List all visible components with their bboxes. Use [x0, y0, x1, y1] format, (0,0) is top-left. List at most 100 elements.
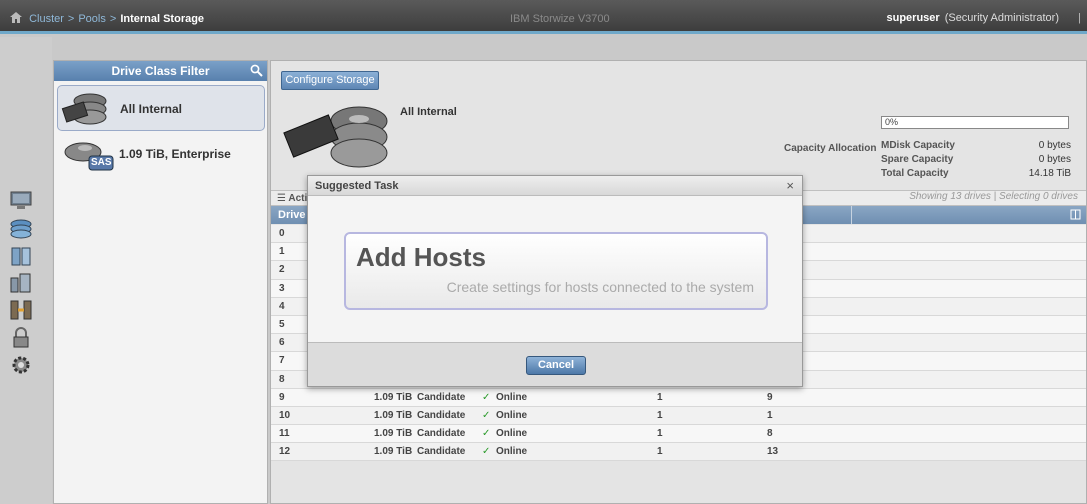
table-row[interactable]: 9 1.09 TiB Candidate Online 1 9 ✓ [271, 388, 1086, 407]
check-icon: ✓ [482, 446, 491, 458]
chevron-down-icon[interactable]: | [1078, 12, 1081, 24]
drive-class-filter-panel: Drive Class Filter All Internal SAS 1.09… [53, 60, 268, 504]
drive-stack-icon [61, 93, 107, 125]
check-icon: ✓ [482, 391, 491, 403]
actions-label: Acti [288, 193, 308, 204]
slot-cell: 8 [767, 428, 773, 440]
home-icon[interactable] [10, 12, 22, 23]
sas-badge: SAS [91, 157, 112, 168]
check-icon: ✓ [482, 409, 491, 421]
drive-id-cell: 4 [279, 300, 285, 312]
column-divider [851, 206, 852, 224]
dialog-title: Suggested Task [315, 180, 399, 192]
table-row[interactable]: 11 1.09 TiB Candidate Online 1 8 ✓ [271, 425, 1086, 444]
search-icon[interactable] [250, 64, 263, 77]
user-menu[interactable]: superuser (Security Administrator) [886, 12, 1059, 24]
columns-icon[interactable] [1070, 209, 1081, 220]
suggested-task-dialog: Suggested Task × Add Hosts Create settin… [307, 175, 803, 387]
selection-status: Showing 13 drives | Selecting 0 drives [909, 191, 1078, 202]
drive-stack-icon [283, 106, 388, 168]
table-row[interactable]: 10 1.09 TiB Candidate Online 1 1 ✓ [271, 406, 1086, 426]
lock-icon[interactable] [8, 327, 34, 349]
capacity-key: Spare Capacity [881, 154, 954, 165]
filter-item-enterprise[interactable]: SAS 1.09 TiB, Enterprise [57, 131, 265, 177]
capacity-cell: 1.09 TiB [374, 428, 413, 440]
capacity-value: 0 bytes [1038, 140, 1071, 151]
status-cell: Online [496, 409, 528, 421]
mdisk-cell: 1 [657, 428, 663, 440]
drive-id-cell: 5 [279, 318, 285, 330]
capacity-cell: 1.09 TiB [374, 409, 413, 421]
capacity-row: Spare Capacity 0 bytes [881, 154, 1071, 168]
task-description: Create settings for hosts connected to t… [446, 279, 754, 295]
use-cell: Candidate [417, 409, 466, 421]
drive-id-cell: 8 [279, 373, 285, 385]
sas-drive-icon [64, 142, 114, 171]
copy-services-icon[interactable] [8, 299, 34, 321]
capacity-cell: 1.09 TiB [374, 391, 413, 403]
status-cell: Online [496, 391, 528, 403]
capacity-key: Total Capacity [881, 168, 949, 179]
drive-id-cell: 10 [279, 409, 291, 421]
monitor-icon[interactable] [8, 190, 34, 212]
storage-heading: All Internal [400, 106, 457, 118]
drive-id-cell: 7 [279, 355, 285, 367]
capacity-value: 14.18 TiB [1028, 168, 1071, 179]
navigation-rail [0, 37, 52, 504]
status-cell: Online [496, 446, 528, 458]
drive-id-cell: 9 [279, 391, 285, 403]
close-icon[interactable]: × [786, 178, 794, 193]
cancel-button[interactable]: Cancel [526, 356, 586, 375]
drive-id-cell: 12 [279, 446, 291, 458]
dialog-header: Suggested Task × [308, 176, 802, 196]
dialog-footer: Cancel [308, 342, 802, 386]
mdisk-cell: 1 [657, 391, 663, 403]
actions-menu[interactable]: ☰ Acti [277, 193, 307, 204]
capacity-summary: MDisk Capacity 0 bytes Spare Capacity 0 by… [881, 140, 1071, 182]
configure-storage-button[interactable]: Configure Storage [281, 71, 379, 90]
capacity-percent: 0% [885, 117, 899, 127]
mdisk-cell: 1 [657, 446, 663, 458]
drive-id-cell: 2 [279, 264, 285, 276]
crumb-pools[interactable]: Pools [78, 13, 106, 25]
slot-cell: 9 [767, 391, 773, 403]
capacity-allocation-label: Capacity Allocation [784, 143, 877, 154]
capacity-key: MDisk Capacity [881, 140, 955, 151]
column-header-drive[interactable]: Drive [278, 209, 306, 221]
filter-header: Drive Class Filter [54, 61, 267, 81]
product-name: IBM Storwize V3700 [510, 13, 610, 25]
mdisk-cell: 1 [657, 409, 663, 421]
use-cell: Candidate [417, 391, 466, 403]
drive-id-cell: 3 [279, 282, 285, 294]
user-name: superuser [886, 12, 940, 24]
add-hosts-task[interactable]: Add Hosts Create settings for hosts conn… [344, 232, 768, 310]
filter-title: Drive Class Filter [111, 64, 210, 78]
drive-id-cell: 1 [279, 246, 285, 258]
gear-icon[interactable] [8, 354, 34, 376]
breadcrumb: Cluster > Pools > Internal Storage [10, 12, 204, 25]
drive-id-cell: 11 [279, 428, 290, 440]
capacity-row: MDisk Capacity 0 bytes [881, 140, 1071, 154]
use-cell: Candidate [417, 428, 466, 440]
top-bar: Cluster > Pools > Internal Storage IBM Storw… [0, 0, 1087, 34]
user-role: (Security Administrator) [944, 12, 1059, 24]
status-cell: Online [496, 428, 528, 440]
use-cell: Candidate [417, 446, 466, 458]
table-row[interactable]: 12 1.09 TiB Candidate Online 1 13 ✓ [271, 443, 1086, 462]
hosts-icon[interactable] [8, 272, 34, 294]
drive-id-cell: 0 [279, 228, 285, 239]
pools-icon[interactable] [8, 217, 34, 239]
task-title: Add Hosts [356, 242, 486, 272]
crumb-current: Internal Storage [120, 13, 205, 25]
volumes-icon[interactable] [8, 245, 34, 267]
capacity-cell: 1.09 TiB [374, 446, 413, 458]
check-icon: ✓ [482, 428, 491, 440]
crumb-cluster[interactable]: Cluster [29, 13, 64, 25]
crumb-separator: > [67, 13, 75, 25]
capacity-progress-bar: 0% [881, 116, 1069, 129]
crumb-separator: > [109, 13, 117, 25]
filter-item-all-internal[interactable]: All Internal [57, 85, 265, 131]
slot-cell: 1 [767, 409, 773, 421]
slot-cell: 13 [767, 446, 779, 458]
filter-item-label: All Internal [120, 102, 183, 116]
